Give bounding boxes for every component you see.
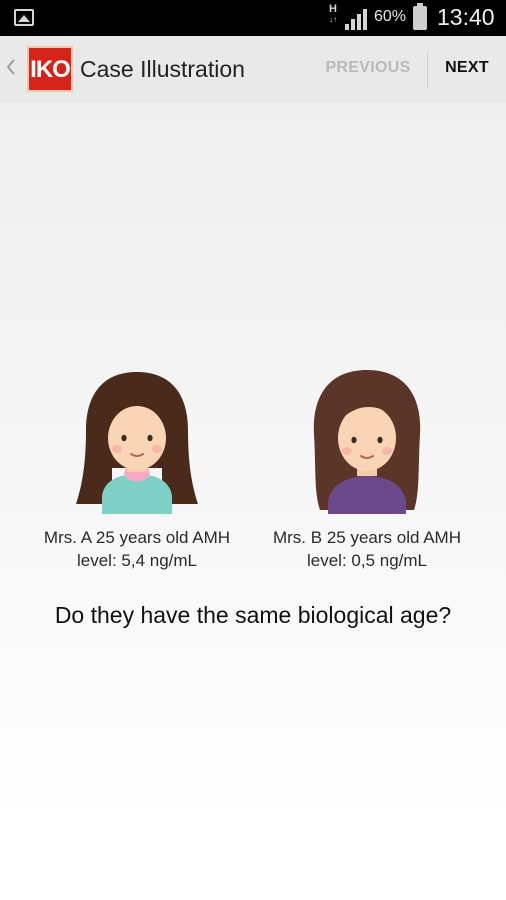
case-content: Mrs. A 25 years old AMH level: 5,4 ng/mL…: [0, 102, 506, 900]
patient-a-avatar: [76, 372, 198, 514]
patient-a-caption: Mrs. A 25 years old AMH level: 5,4 ng/mL: [43, 528, 231, 570]
network-type: H ↓↑: [326, 3, 340, 24]
previous-button[interactable]: PREVIOUS: [318, 59, 418, 77]
network-activity: ↓↑: [329, 15, 337, 24]
back-chevron-icon[interactable]: [5, 57, 17, 77]
network-type-label: H: [329, 3, 337, 15]
app-logo[interactable]: IKO: [27, 46, 73, 92]
clock: 13:40: [437, 4, 495, 30]
case-question: Do they have the same biological age?: [54, 602, 452, 628]
next-button[interactable]: NEXT: [434, 59, 500, 77]
patient-b-avatar: [313, 370, 421, 514]
gallery-icon: [14, 9, 34, 26]
status-bar: H ↓↑ 60% 13:40: [0, 0, 506, 36]
battery-icon: [413, 3, 427, 30]
signal-icon: [345, 9, 367, 30]
divider: [427, 52, 428, 88]
page-title: Case Illustration: [80, 56, 245, 82]
battery-percent: 60%: [374, 8, 407, 25]
patient-b-caption: Mrs. B 25 years old AMH level: 0,5 ng/mL: [272, 528, 461, 570]
action-bar: IKO Case Illustration PREVIOUS NEXT: [0, 36, 506, 102]
